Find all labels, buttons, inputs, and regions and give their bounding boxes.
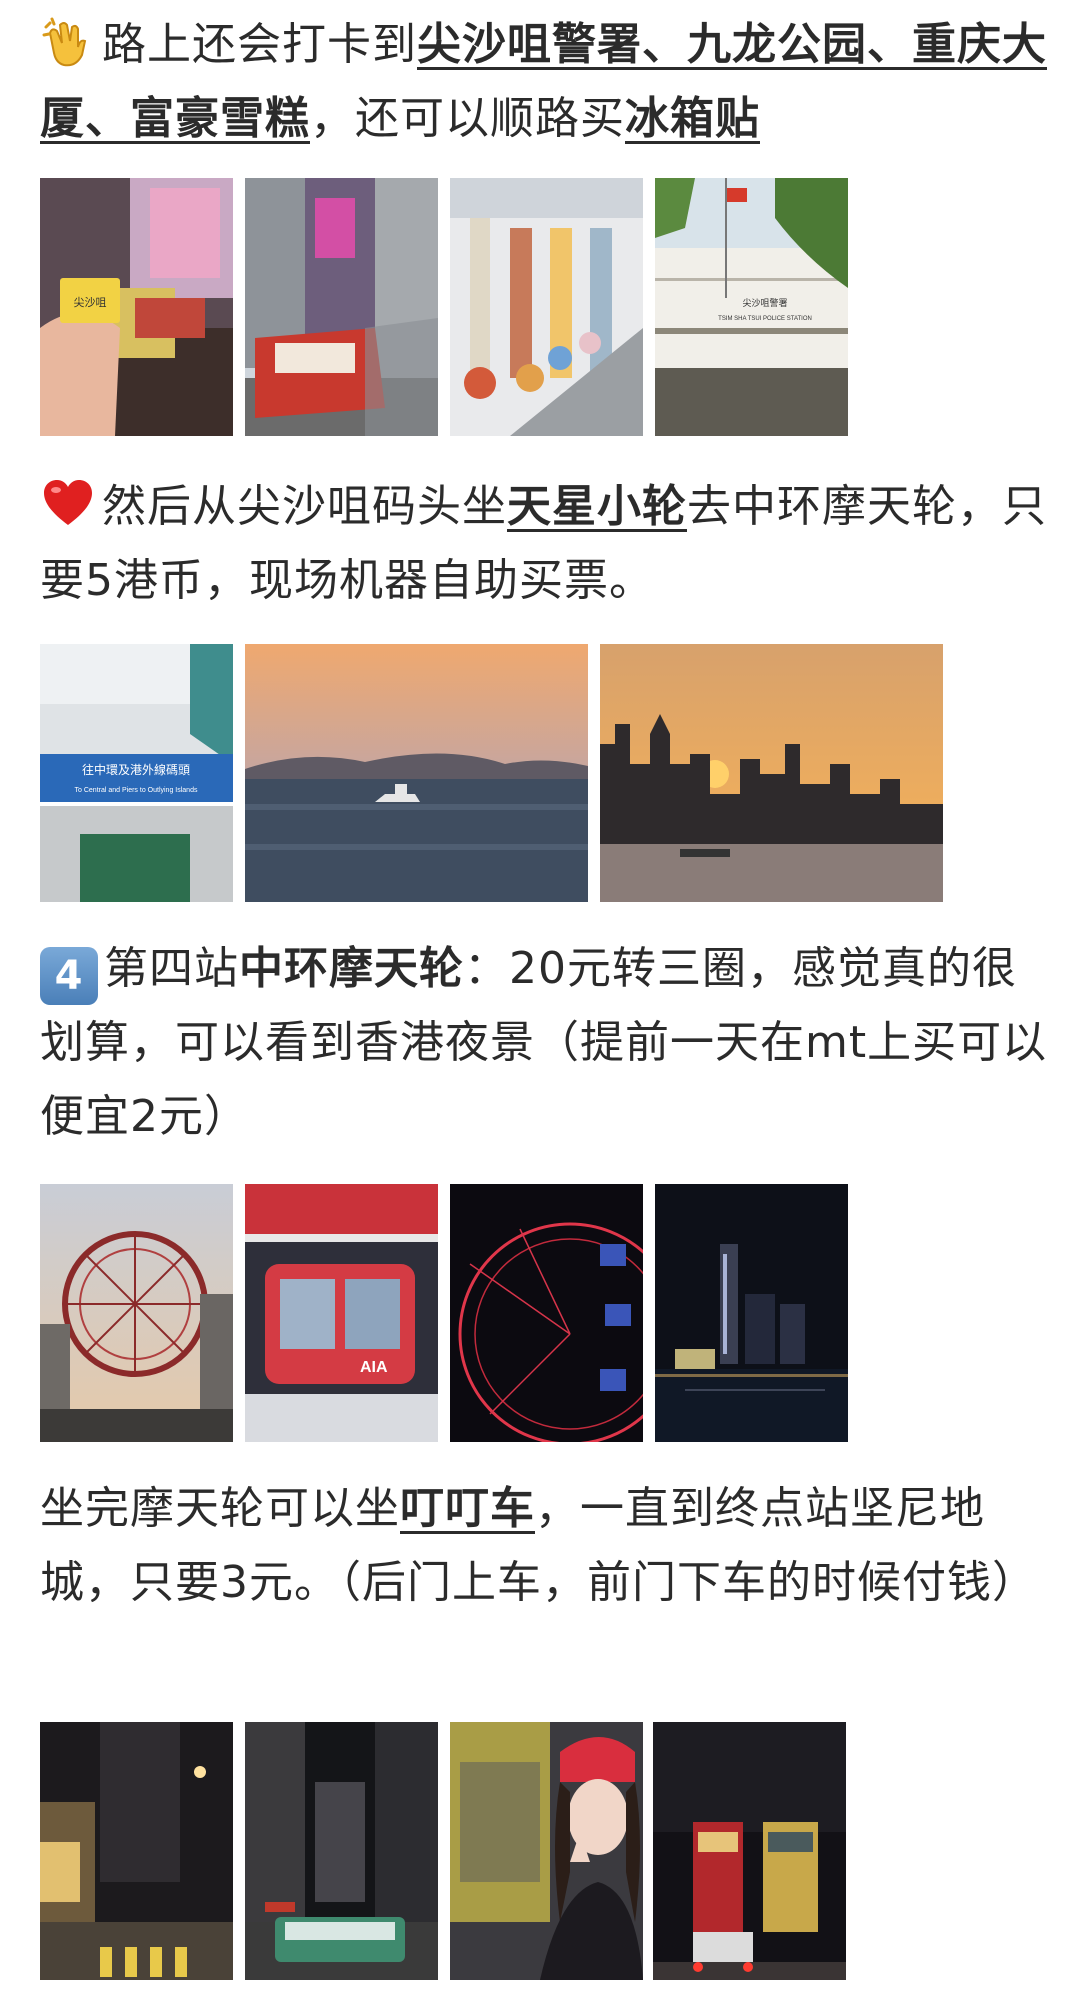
photo-night-street-bus[interactable] (245, 1722, 438, 1980)
paragraph-checkin-spots: 路上还会打卡到尖沙咀警署、九龙公园、重庆大厦、富豪雪糕，还可以顺路买冰箱贴 (40, 8, 1050, 156)
keyword-central-ferris-wheel: 中环摩天轮 (239, 943, 464, 994)
photo-skyline-sunset[interactable] (600, 644, 943, 902)
text-segment: 第四站 (104, 943, 239, 994)
keycap-four-icon: 4 (40, 947, 98, 1005)
photo-gondola-aia[interactable]: AIA (245, 1184, 438, 1442)
photo-ferry-sunset[interactable] (245, 644, 588, 902)
text-segment: 坐完摩天轮可以坐 (40, 1483, 400, 1534)
police-sign-en: TSIM SHA TSUI POLICE STATION (718, 316, 812, 322)
text-segment: 路上还会打卡到 (102, 19, 417, 70)
keyword-fridge-magnet: 冰箱贴 (625, 93, 760, 144)
clapping-hands-icon (40, 13, 96, 69)
photo-night-skyline[interactable] (655, 1184, 848, 1442)
photo-street-truck[interactable] (245, 178, 438, 436)
photo-ferry-pier-sign[interactable]: 往中環及港外線碼頭 To Central and Piers to Outlyi… (40, 644, 233, 902)
paragraph-tram: 坐完摩天轮可以坐叮叮车，一直到终点站坚尼地城，只要3元。（后门上车，前门下车的时… (40, 1472, 1050, 1620)
text-segment: ，还可以顺路买 (310, 93, 625, 144)
text-segment: 然后从尖沙咀码头坐 (102, 481, 507, 532)
souvenir-label: 尖沙咀 (74, 296, 107, 309)
aia-logo-text: AIA (360, 1359, 388, 1376)
paragraph-star-ferry: 然后从尖沙咀码头坐天星小轮去中环摩天轮，只要5港币，现场机器自助买票。 (40, 470, 1050, 618)
keyword-star-ferry: 天星小轮 (507, 481, 687, 532)
photo-ferris-wheel-dusk[interactable] (40, 1184, 233, 1442)
photo-kowloon-park-figures[interactable] (450, 178, 643, 436)
ferry-sign-cn: 往中環及港外線碼頭 (82, 762, 190, 777)
photo-souvenir-hand[interactable]: 尖沙咀 (40, 178, 233, 436)
photo-row-4 (40, 1722, 860, 1980)
red-heart-icon (40, 475, 96, 531)
keyword-ding-ding-tram: 叮叮车 (400, 1483, 535, 1534)
paragraph-ferris-wheel: 4 第四站中环摩天轮：20元转三圈，感觉真的很划算，可以看到香港夜景（提前一天在m… (40, 932, 1050, 1154)
photo-row-1: 尖沙咀 尖沙咀警署 TSIM SHA TSUI POLICE STATION (40, 178, 860, 436)
photo-ferris-wheel-night[interactable] (450, 1184, 643, 1442)
photo-police-station[interactable]: 尖沙咀警署 TSIM SHA TSUI POLICE STATION (655, 178, 848, 436)
photo-trams-night[interactable] (653, 1722, 846, 1980)
photo-row-3: AIA (40, 1184, 860, 1442)
photo-row-2: 往中環及港外線碼頭 To Central and Piers to Outlyi… (40, 644, 943, 902)
police-sign-cn: 尖沙咀警署 (742, 297, 787, 308)
photo-selfie-on-tram[interactable] (450, 1722, 643, 1980)
ferry-sign-en: To Central and Piers to Outlying Islands (75, 787, 198, 794)
photo-night-street-crossing[interactable] (40, 1722, 233, 1980)
